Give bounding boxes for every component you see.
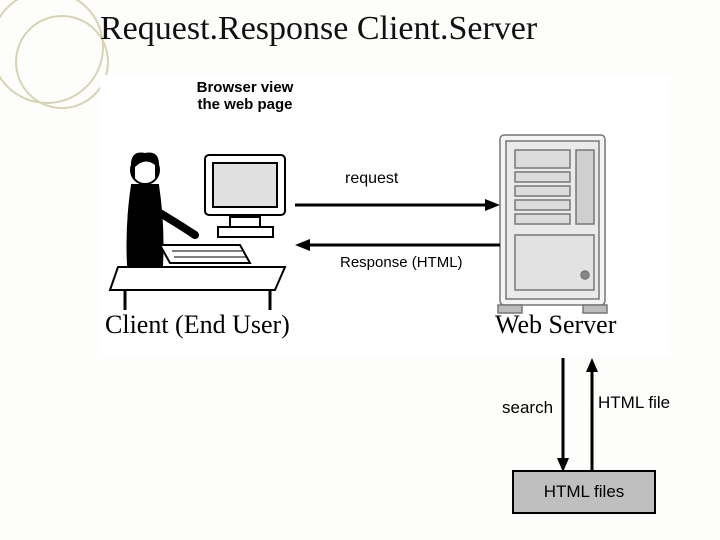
html-files-box: HTML files xyxy=(512,470,656,514)
label-search: search xyxy=(502,398,553,418)
slide-title: Request.Response Client.Server xyxy=(100,10,720,48)
request-arrow-icon xyxy=(295,199,500,211)
response-arrow-icon xyxy=(295,239,500,251)
html-files-box-label: HTML files xyxy=(544,482,625,502)
diagram-panel: Browser view the web page request Respon… xyxy=(100,75,670,355)
diagram-svg xyxy=(100,75,670,355)
server-tower-icon xyxy=(498,135,607,313)
search-arrow-icon xyxy=(557,358,569,472)
label-html-file: HTML file xyxy=(598,393,670,413)
client-user-icon xyxy=(110,153,285,310)
htmlfile-arrow-icon xyxy=(586,358,598,470)
